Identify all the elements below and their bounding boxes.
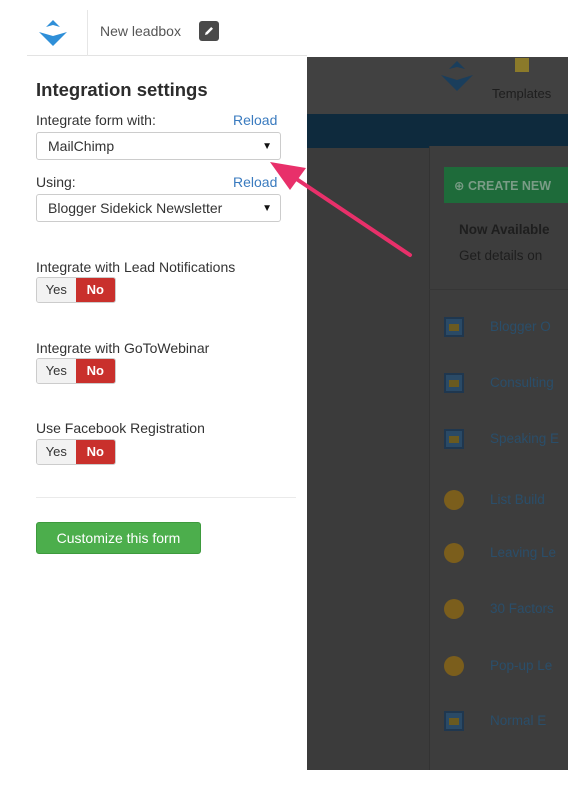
list-item-label: Blogger O	[490, 319, 551, 334]
get-details-text: Get details on	[459, 248, 543, 263]
toggle-no-button[interactable]: No	[75, 440, 115, 464]
reload-list-link[interactable]: Reload	[233, 174, 277, 190]
monitor-icon	[444, 373, 464, 393]
dimmed-background: Templates ⊕ CREATE NEW Now Available Get…	[307, 57, 568, 770]
list-item-label: Normal E	[490, 713, 547, 728]
list-item-label: Leaving Le	[490, 545, 557, 560]
caret-down-icon: ▼	[262, 141, 272, 152]
create-new-button: ⊕ CREATE NEW	[444, 167, 568, 203]
integration-settings-panel: Integration settings Integrate form with…	[27, 57, 307, 770]
coin-icon	[444, 490, 464, 510]
using-label: Using:	[36, 174, 76, 190]
list-item: Consulting	[444, 369, 568, 399]
gotowebinar-label: Integrate with GoToWebinar	[36, 340, 210, 356]
customize-form-button[interactable]: Customize this form	[36, 522, 201, 554]
leadbox-name: New leadbox	[100, 23, 181, 39]
plus-icon: ⊕	[454, 179, 468, 193]
gotowebinar-toggle[interactable]: Yes No	[36, 358, 116, 384]
provider-select-value: MailChimp	[48, 138, 115, 154]
list-item-label: Pop-up Le	[490, 658, 553, 673]
background-blue-band	[307, 114, 568, 148]
monitor-icon	[444, 429, 464, 449]
lead-notifications-label: Integrate with Lead Notifications	[36, 259, 236, 275]
coin-icon	[444, 599, 464, 619]
toggle-no-button[interactable]: No	[75, 278, 115, 302]
top-bar: New leadbox	[27, 10, 307, 56]
provider-select[interactable]: MailChimp ▼	[36, 132, 281, 160]
list-item: Blogger O	[444, 313, 568, 343]
lead-notifications-toggle[interactable]: Yes No	[36, 277, 116, 303]
templates-icon	[515, 58, 529, 72]
monitor-icon	[444, 317, 464, 337]
panel-title: Integration settings	[36, 79, 208, 100]
list-item: 30 Factors	[444, 595, 568, 625]
list-item: Speaking E	[444, 425, 568, 455]
list-divider	[429, 289, 568, 290]
list-item-label: Speaking E	[490, 431, 560, 446]
section-divider	[36, 497, 296, 498]
list-item: List Build	[444, 486, 568, 516]
leadpages-logo-icon[interactable]	[37, 18, 69, 48]
create-new-label: CREATE NEW	[467, 179, 552, 193]
list-select-value: Blogger Sidekick Newsletter	[48, 200, 223, 216]
toggle-no-button[interactable]: No	[75, 359, 115, 383]
list-item: Leaving Le	[444, 539, 568, 569]
topbar-divider	[87, 10, 88, 56]
now-available-heading: Now Available	[459, 222, 550, 237]
toggle-yes-button[interactable]: Yes	[37, 359, 76, 383]
list-item: Normal E	[444, 707, 568, 737]
list-item-label: 30 Factors	[490, 601, 554, 616]
list-select[interactable]: Blogger Sidekick Newsletter ▼	[36, 194, 281, 222]
edit-name-button[interactable]	[199, 21, 219, 41]
facebook-registration-toggle[interactable]: Yes No	[36, 439, 116, 465]
templates-label: Templates	[492, 86, 552, 101]
toggle-yes-button[interactable]: Yes	[37, 278, 76, 302]
background-header: Templates	[307, 57, 568, 114]
caret-down-icon: ▼	[262, 203, 272, 214]
monitor-icon	[444, 711, 464, 731]
list-item-label: List Build	[490, 492, 545, 507]
leadpages-logo-icon	[441, 61, 473, 91]
coin-icon	[444, 543, 464, 563]
facebook-registration-label: Use Facebook Registration	[36, 420, 205, 436]
reload-provider-link[interactable]: Reload	[233, 112, 277, 128]
list-item: Pop-up Le	[444, 652, 568, 682]
coin-icon	[444, 656, 464, 676]
pencil-icon	[205, 27, 213, 35]
list-item-label: Consulting	[490, 375, 554, 390]
toggle-yes-button[interactable]: Yes	[37, 440, 76, 464]
integrate-form-label: Integrate form with:	[36, 112, 156, 128]
